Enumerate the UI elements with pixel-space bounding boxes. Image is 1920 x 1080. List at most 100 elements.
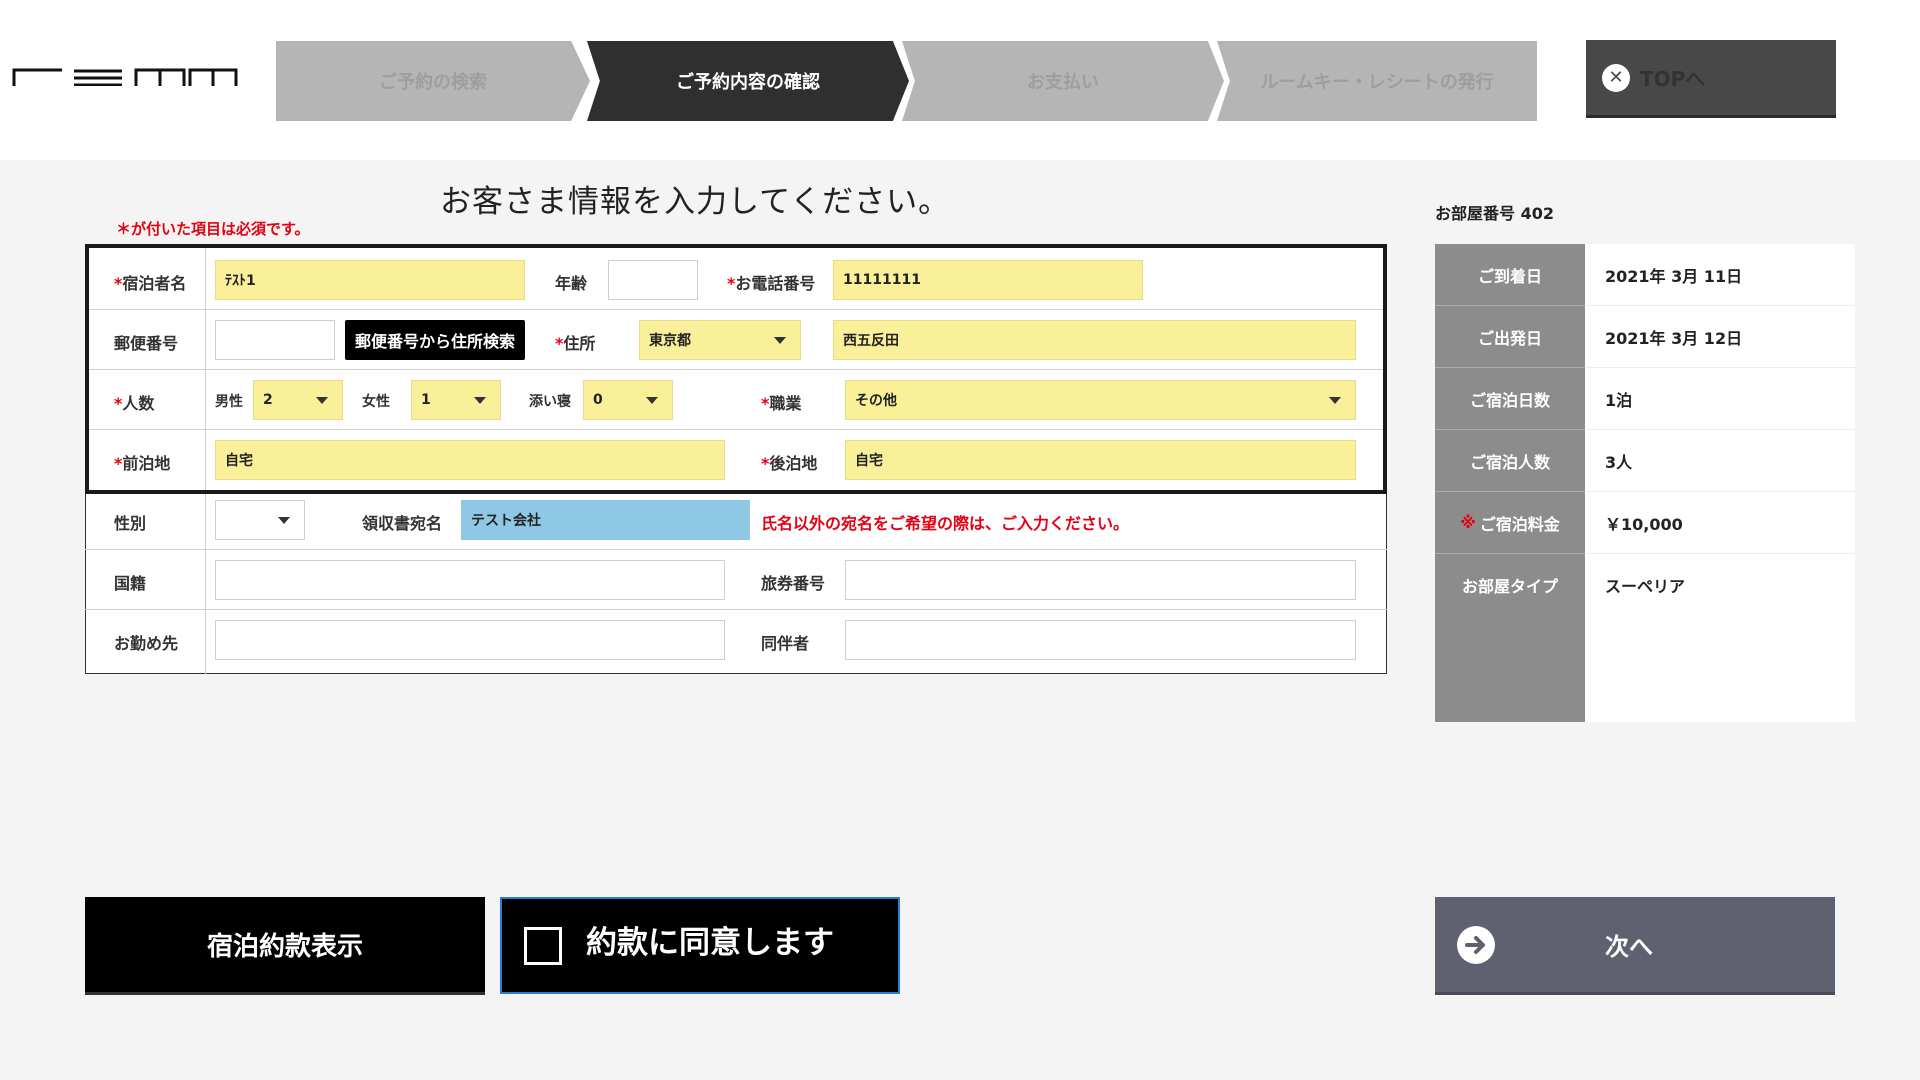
passport-input[interactable]: [845, 560, 1356, 600]
female-count-select[interactable]: 1: [411, 380, 501, 420]
next-stay-label: 後泊地: [761, 450, 817, 474]
step-label: ルームキー・レシートの発行: [1260, 72, 1494, 93]
step-issue-key: ルームキー・レシートの発行: [1217, 41, 1537, 121]
close-circle-icon: ✕: [1602, 63, 1630, 92]
companion-label: 同伴者: [761, 634, 810, 653]
occupation-value: その他: [855, 393, 897, 409]
workplace-input[interactable]: [215, 620, 725, 660]
arrival-date-value: 2021年 3月 11日: [1605, 267, 1743, 286]
chevron-down-icon: [474, 397, 486, 404]
male-count-value: 2: [263, 392, 273, 408]
next-stay-input[interactable]: 自宅: [845, 440, 1356, 480]
guests-value: 3人: [1605, 453, 1633, 472]
room-type-label: お部屋タイプ: [1435, 554, 1585, 616]
next-button-label: 次へ: [1605, 933, 1653, 961]
departure-date-label: ご出発日: [1435, 306, 1585, 368]
cosleep-count-select[interactable]: 0: [583, 380, 673, 420]
zip-search-button[interactable]: 郵便番号から住所検索: [345, 320, 525, 360]
next-button[interactable]: 次へ: [1435, 897, 1835, 995]
row-divider: [85, 369, 1387, 370]
prefecture-value: 東京都: [649, 333, 691, 349]
address-label: 住所: [555, 330, 595, 354]
step-label: ご予約の検索: [379, 72, 487, 93]
chevron-down-icon: [1329, 397, 1341, 404]
summary-divider: [1585, 367, 1855, 368]
rate-value: ￥10,000: [1605, 515, 1683, 534]
phone-label: お電話番号: [727, 270, 815, 294]
show-terms-button[interactable]: 宿泊約款表示: [85, 897, 485, 995]
people-label: 人数: [114, 390, 154, 414]
passport-label: 旅券番号: [761, 574, 826, 593]
phone-input[interactable]: 11111111: [833, 260, 1143, 300]
guests-label-text: ご宿泊人数: [1469, 452, 1550, 472]
chevron-down-icon: [316, 397, 328, 404]
row-divider: [85, 609, 1387, 610]
departure-date-value: 2021年 3月 12日: [1605, 329, 1743, 348]
occupation-select[interactable]: その他: [845, 380, 1356, 420]
guests-label: ご宿泊人数: [1435, 430, 1585, 492]
top-button[interactable]: ✕ TOPへ: [1586, 40, 1836, 118]
agree-terms-checkbox[interactable]: 約款に同意します: [500, 897, 900, 994]
checkbox-icon: [524, 926, 562, 965]
receipt-note: 氏名以外の宛名をご希望の際は、ご入力ください。: [761, 514, 1130, 533]
male-label: 男性: [215, 394, 243, 410]
nationality-label: 国籍: [114, 574, 147, 593]
arrival-date-label-text: ご到着日: [1477, 266, 1542, 286]
age-label: 年齢: [555, 274, 588, 293]
guest-name-label: 宿泊者名: [114, 270, 186, 294]
address-input[interactable]: 西五反田: [833, 320, 1356, 360]
summary-divider: [1585, 491, 1855, 492]
cosleep-label: 添い寝: [529, 394, 571, 410]
occupation-label: 職業: [761, 390, 801, 414]
female-label: 女性: [362, 394, 390, 410]
nights-label-text: ご宿泊日数: [1469, 390, 1550, 410]
arrival-date-label: ご到着日: [1435, 244, 1585, 306]
age-input[interactable]: [608, 260, 698, 300]
prev-stay-label: 前泊地: [114, 450, 170, 474]
chevron-down-icon: [278, 517, 290, 524]
agree-terms-label: 約款に同意します: [586, 925, 834, 961]
step-label: ご予約内容の確認: [676, 72, 820, 93]
room-type-label-text: お部屋タイプ: [1461, 577, 1558, 596]
female-count-value: 1: [421, 392, 431, 408]
zip-input[interactable]: [215, 320, 335, 360]
chevron-down-icon: [774, 337, 786, 344]
step-confirm: ご予約内容の確認: [587, 41, 909, 121]
guest-name-input[interactable]: ﾃｽﾄ1: [215, 260, 525, 300]
prefecture-select[interactable]: 東京都: [639, 320, 801, 360]
chevron-down-icon: [646, 397, 658, 404]
summary-divider: [1585, 305, 1855, 306]
step-payment: お支払い: [902, 41, 1224, 121]
rate-label: ※ ご宿泊料金: [1435, 492, 1585, 554]
room-number: お部屋番号 402: [1435, 204, 1554, 223]
row-divider: [85, 429, 1387, 430]
nights-label: ご宿泊日数: [1435, 368, 1585, 430]
arrow-right-circle-icon: [1457, 925, 1495, 964]
nationality-input[interactable]: [215, 560, 725, 600]
rate-note-mark: ※: [1460, 513, 1476, 532]
summary-divider: [1585, 429, 1855, 430]
zip-label: 郵便番号: [114, 334, 179, 353]
gender-select[interactable]: [215, 500, 305, 540]
cosleep-count-value: 0: [593, 392, 603, 408]
room-type-value: スーペリア: [1605, 577, 1686, 596]
required-note: ＊が付いた項目は必須です。: [116, 220, 310, 238]
receipt-label: 領収書宛名: [362, 514, 443, 533]
prev-stay-input[interactable]: 自宅: [215, 440, 725, 480]
workplace-label: お勤め先: [114, 634, 179, 653]
summary-divider: [1585, 553, 1855, 554]
remm-logo: [12, 68, 238, 86]
step-search: ご予約の検索: [276, 41, 590, 121]
rate-label-text: ご宿泊料金: [1479, 514, 1560, 534]
nights-value: 1泊: [1605, 391, 1633, 410]
gender-label: 性別: [114, 514, 147, 533]
row-divider: [85, 549, 1387, 550]
companion-input[interactable]: [845, 620, 1356, 660]
row-divider: [85, 309, 1387, 310]
male-count-select[interactable]: 2: [253, 380, 343, 420]
receipt-name-input[interactable]: テスト会社: [461, 500, 750, 540]
page-title: お客さま情報を入力してください。: [440, 184, 951, 220]
departure-date-label-text: ご出発日: [1477, 328, 1542, 348]
step-label: お支払い: [1027, 72, 1099, 93]
top-button-label: TOPへ: [1640, 67, 1706, 91]
